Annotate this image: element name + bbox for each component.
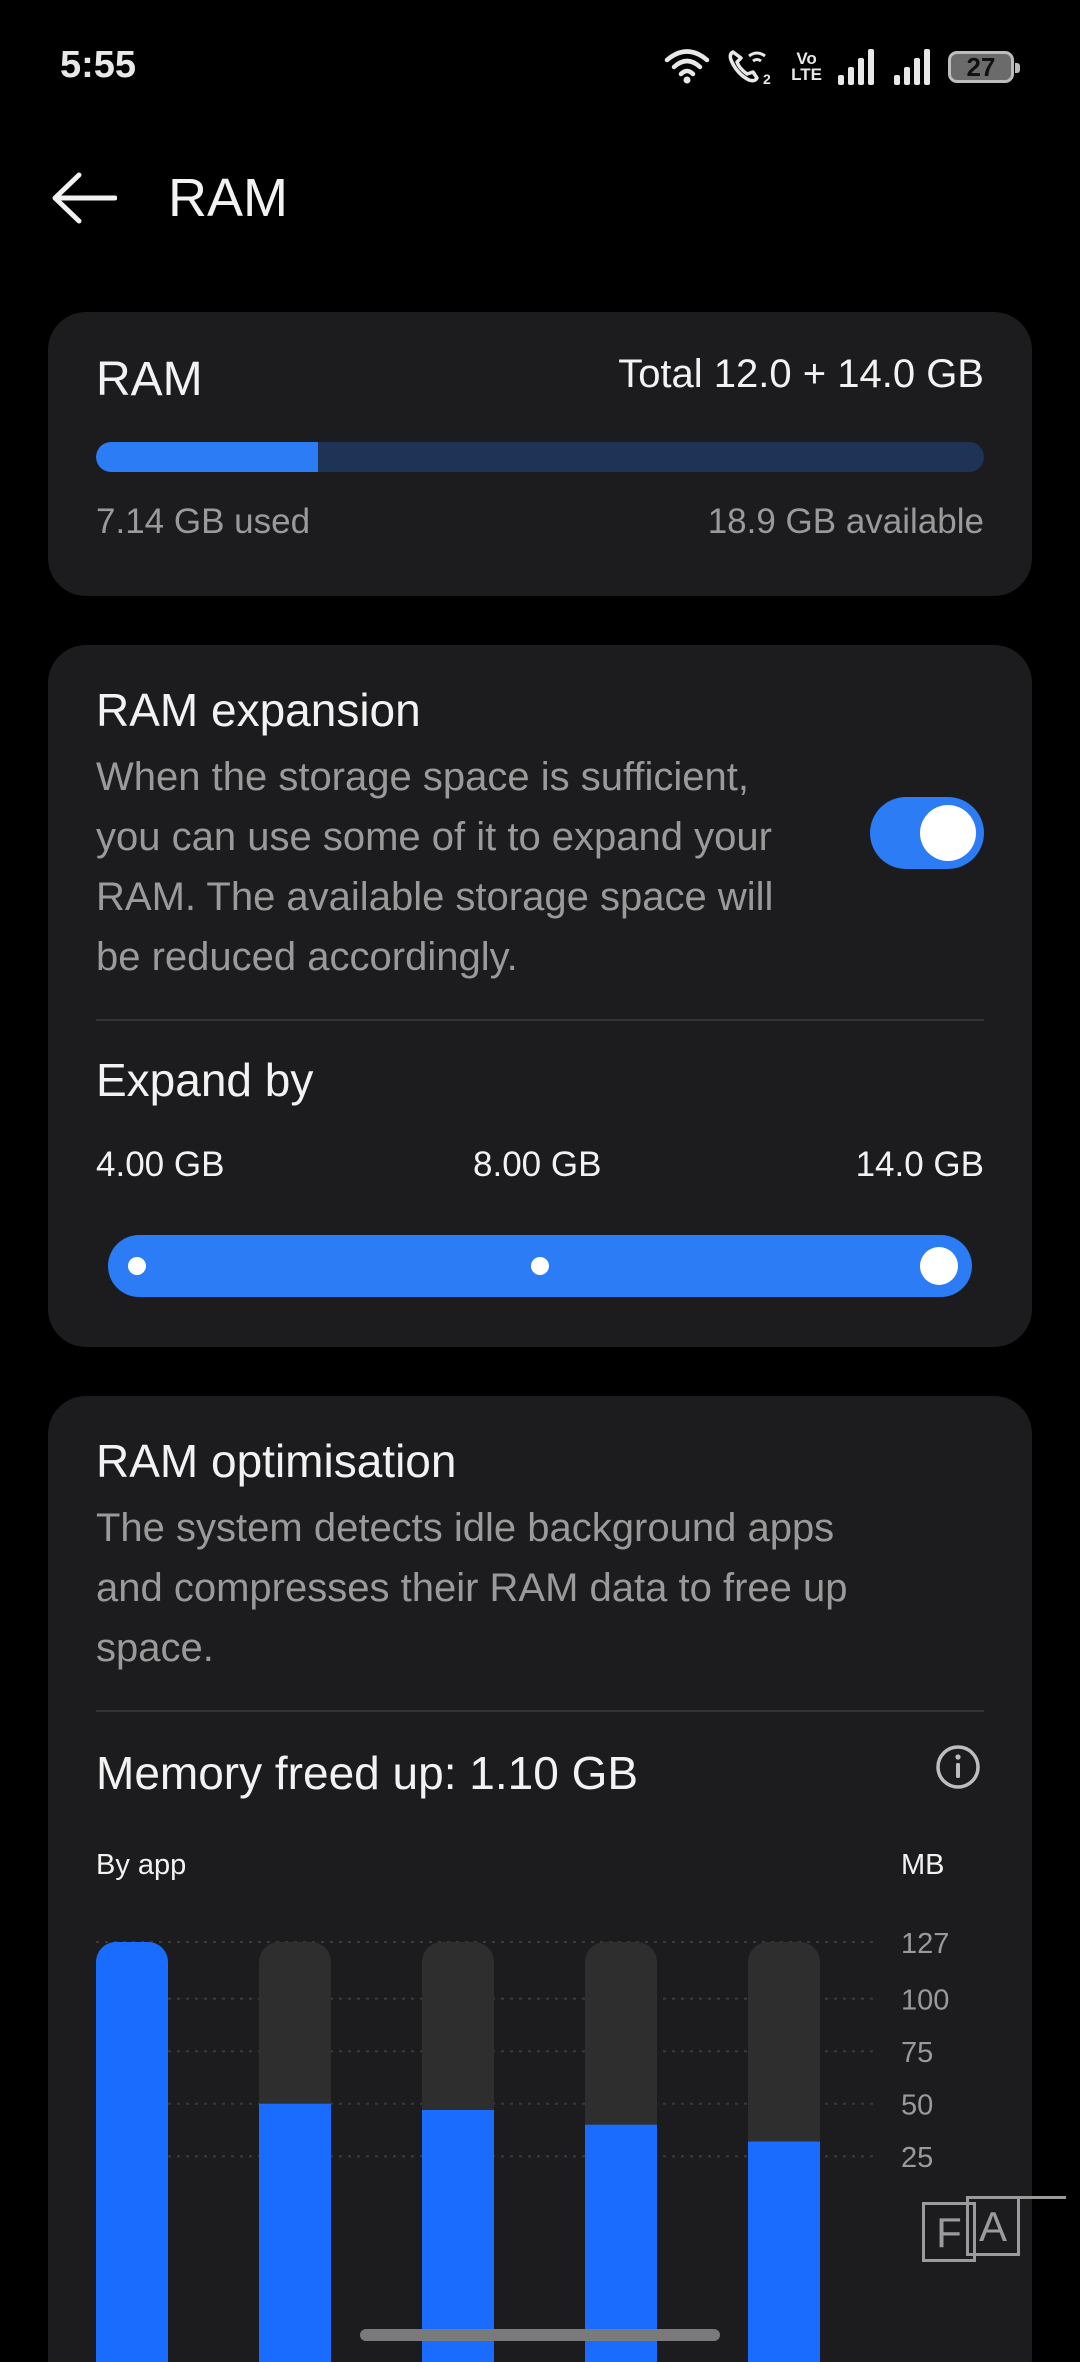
ram-usage-card: RAM Total 12.0 + 14.0 GB 7.14 GB used 18… <box>48 312 1032 596</box>
svg-text:2: 2 <box>763 71 771 87</box>
ram-expansion-card: RAM expansion When the storage space is … <box>48 645 1032 1347</box>
chart-bar[interactable] <box>259 2103 331 2362</box>
arrow-left-icon <box>52 172 117 224</box>
page-title: RAM <box>168 168 288 228</box>
chart-bar[interactable] <box>585 2124 657 2362</box>
expand-option-4gb[interactable]: 4.00 GB <box>96 1145 224 1185</box>
ram-available: 18.9 GB available <box>707 502 984 541</box>
chart-unit-label: MB <box>901 1849 945 1881</box>
signal-icon <box>894 49 930 85</box>
battery-icon: 27 <box>948 51 1020 83</box>
watermark-logo: F A <box>922 2196 1066 2346</box>
expand-option-8gb[interactable]: 8.00 GB <box>473 1145 601 1185</box>
bar-chart-svg: 127 100 75 50 25 <box>96 1928 949 2362</box>
expand-option-14gb[interactable]: 14.0 GB <box>856 1145 984 1185</box>
y-tick-label: 100 <box>901 1985 949 2017</box>
signal-icon <box>838 49 874 85</box>
slider-stop-4gb[interactable] <box>128 1257 146 1275</box>
ram-optimisation-card: RAM optimisation The system detects idle… <box>48 1396 1032 2362</box>
chart-bar[interactable] <box>422 2110 494 2362</box>
info-icon[interactable] <box>934 1743 982 1791</box>
y-tick-label: 25 <box>901 2142 933 2174</box>
ram-optimisation-description: The system detects idle background apps … <box>96 1506 848 1670</box>
battery-level: 27 <box>966 51 996 82</box>
slider-thumb[interactable] <box>920 1247 958 1285</box>
chart-bar[interactable] <box>96 1942 168 2362</box>
ram-usage-bar <box>96 442 984 472</box>
ram-card-title: RAM <box>96 353 203 406</box>
chart-label-by-app: By app <box>96 1849 187 1881</box>
ram-expansion-toggle[interactable] <box>870 797 984 869</box>
status-bar: 5:55 2 Vo LTE 27 <box>0 0 1080 140</box>
ram-expansion-title: RAM expansion <box>96 684 421 736</box>
y-tick-label: 50 <box>901 2090 933 2122</box>
volte-icon: Vo LTE <box>791 49 822 84</box>
status-icons: 2 Vo LTE 27 <box>663 44 1020 90</box>
expand-by-slider[interactable] <box>108 1235 972 1297</box>
ram-total: Total 12.0 + 14.0 GB <box>618 352 984 396</box>
y-tick-label: 75 <box>901 2037 933 2069</box>
chart-bar[interactable] <box>748 2141 820 2362</box>
ram-optimisation-title: RAM optimisation <box>96 1435 457 1487</box>
home-indicator[interactable] <box>360 2329 720 2341</box>
divider <box>96 1019 984 1021</box>
watermark-letter-a: A <box>966 2196 1020 2256</box>
memory-freed-label: Memory freed up: 1.10 GB <box>96 1747 639 1799</box>
wifi-calling-icon: 2 <box>728 50 771 87</box>
slider-stop-8gb[interactable] <box>531 1257 549 1275</box>
status-time: 5:55 <box>60 44 137 86</box>
wifi-icon <box>664 49 710 84</box>
y-tick-label: 127 <box>901 1928 949 1960</box>
divider <box>96 1710 984 1712</box>
toggle-knob <box>920 805 976 861</box>
ram-usage-bar-fill <box>96 442 318 472</box>
ram-expansion-description: When the storage space is sufficient, yo… <box>96 755 774 979</box>
app-header: RAM <box>0 150 1080 250</box>
back-button[interactable] <box>46 168 122 228</box>
ram-used: 7.14 GB used <box>96 502 311 541</box>
expand-by-title: Expand by <box>96 1054 314 1106</box>
memory-by-app-chart: 127 100 75 50 25 <box>96 1926 1032 2362</box>
